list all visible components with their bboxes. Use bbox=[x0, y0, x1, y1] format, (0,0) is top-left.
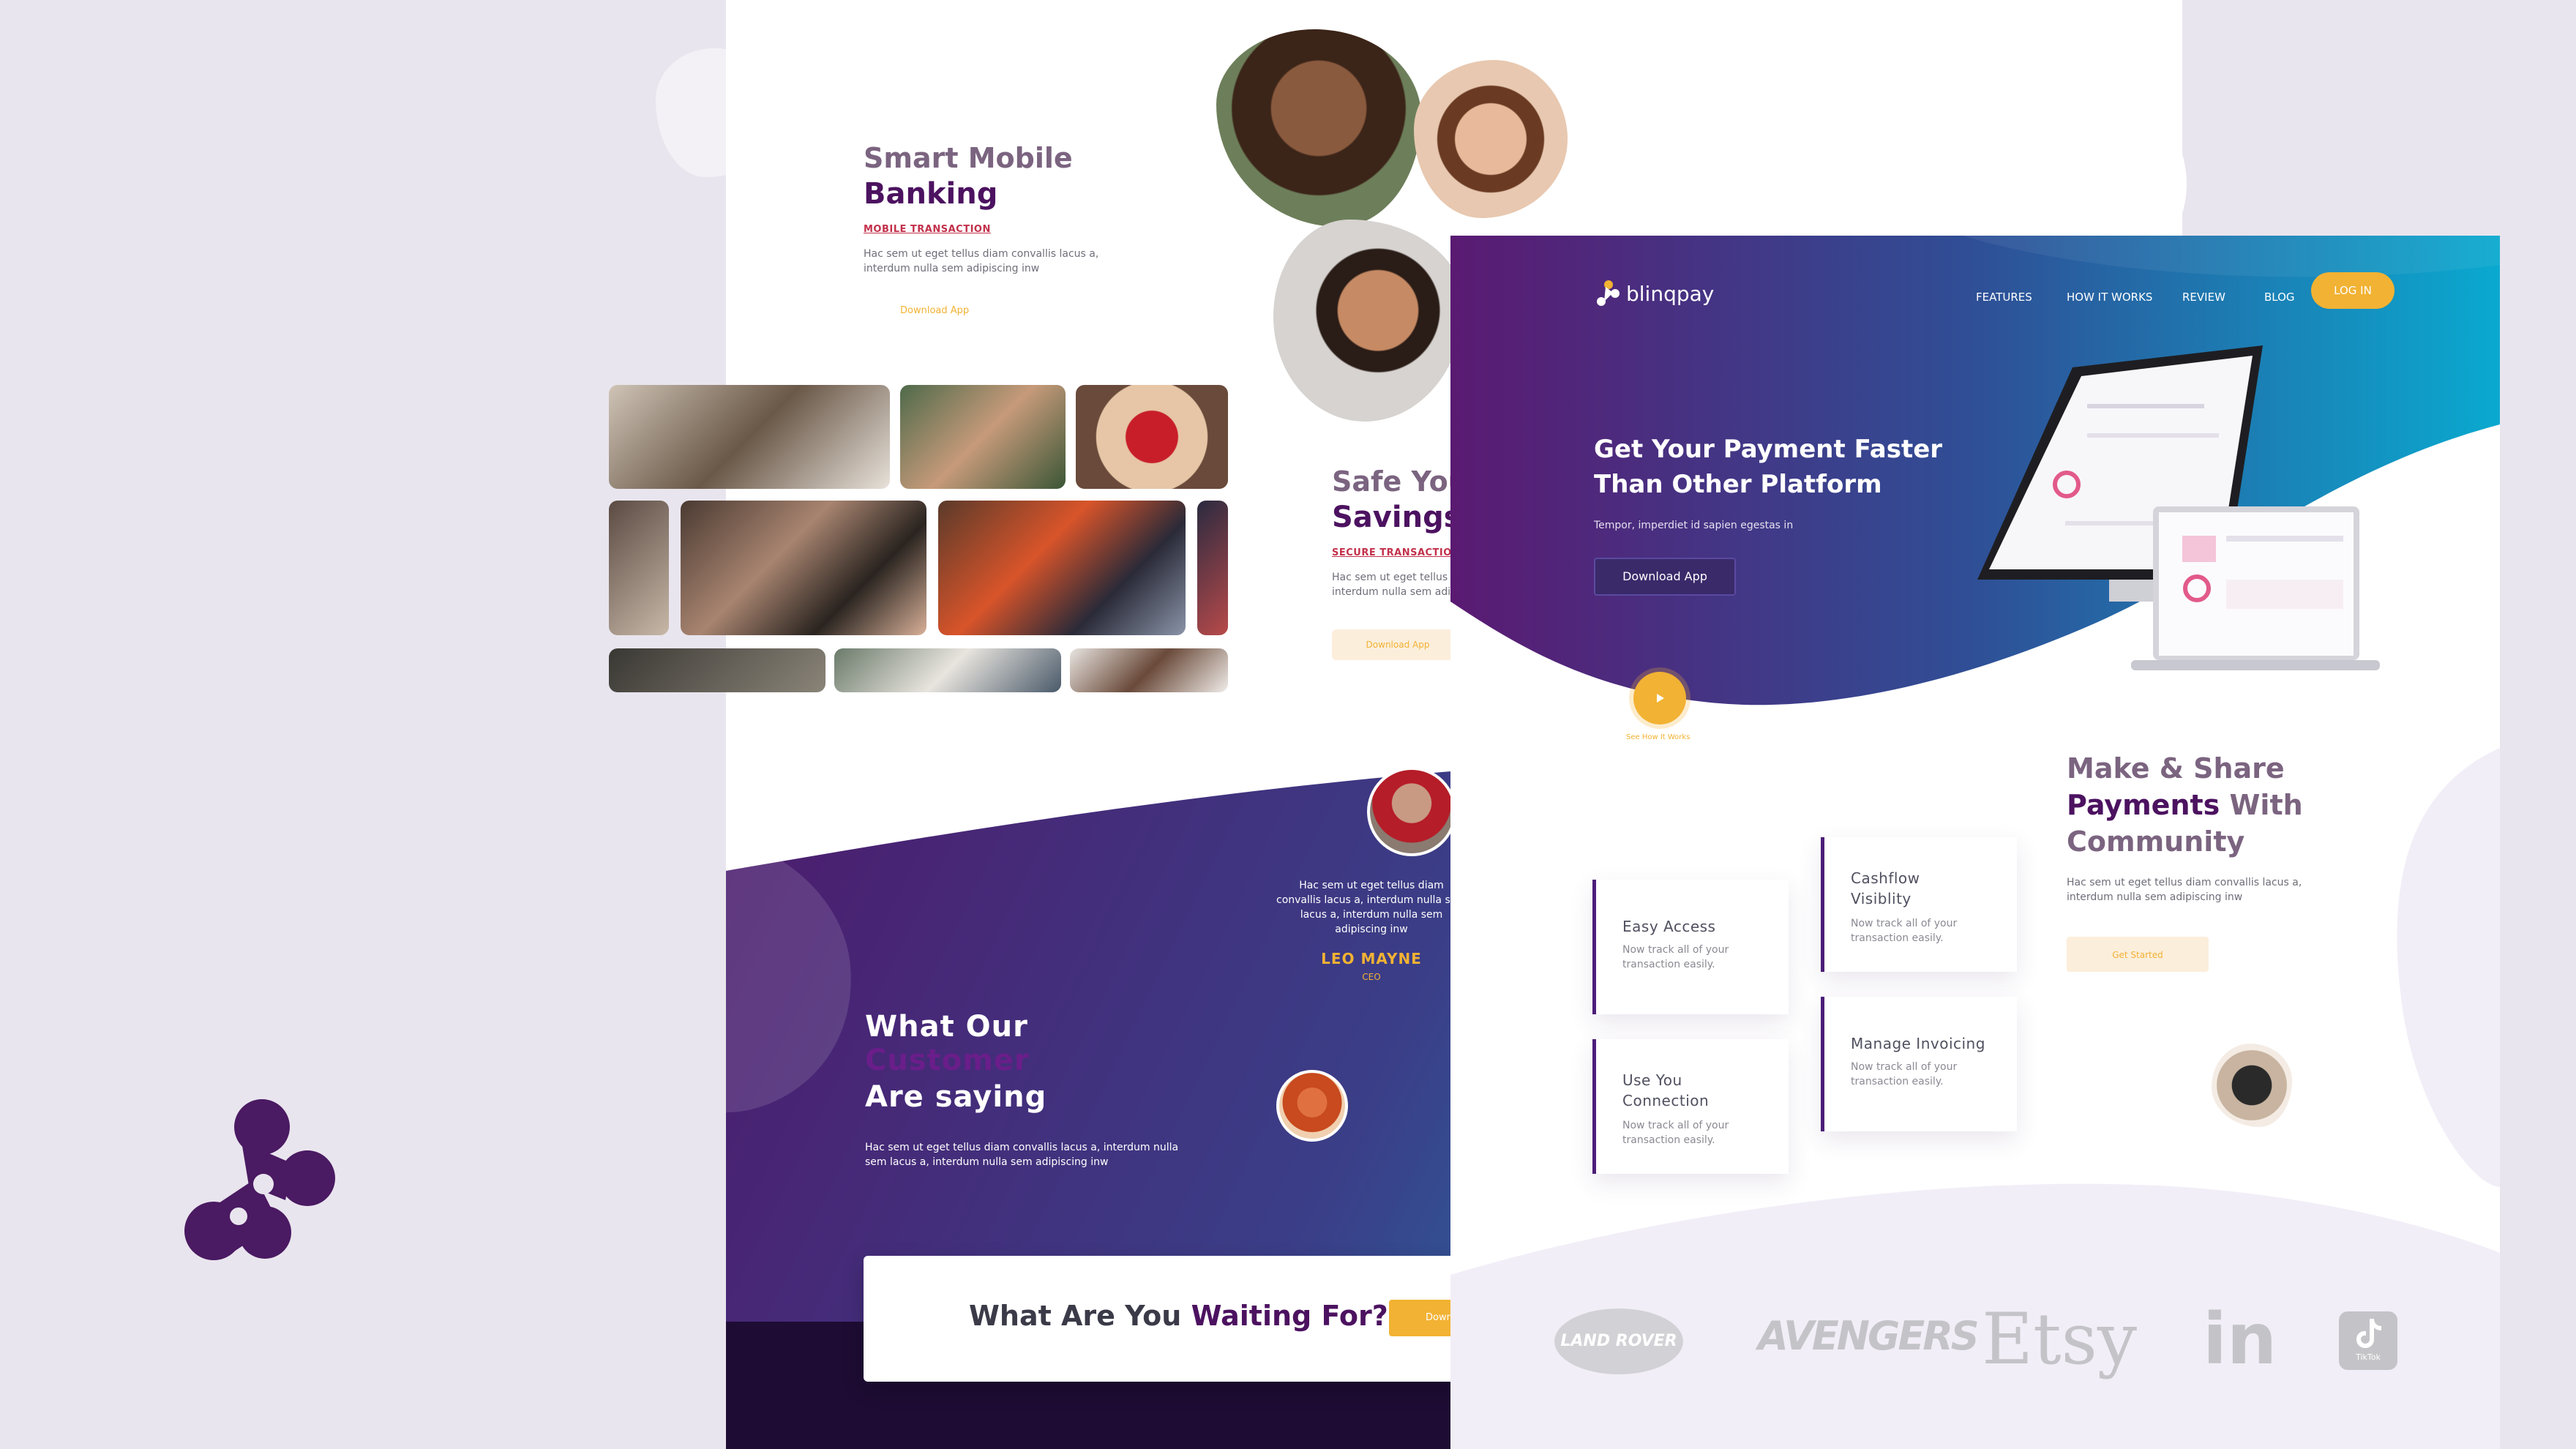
photo-hands-stack bbox=[900, 385, 1066, 489]
photo-partial-right bbox=[1197, 501, 1228, 635]
nav-link-review[interactable]: REVIEW bbox=[2182, 290, 2225, 304]
hero-download-button[interactable]: Download App bbox=[1594, 558, 1736, 596]
cta-text-highlight: Waiting For? bbox=[1191, 1300, 1388, 1332]
nav-label: REVIEW bbox=[2182, 291, 2225, 304]
photo-grid bbox=[609, 385, 1228, 692]
testimonials-title-highlight: Customer bbox=[865, 1044, 1030, 1077]
photo-bottom-1 bbox=[609, 648, 825, 692]
feature-desc: Now track all of your transaction easily… bbox=[1622, 1120, 1729, 1146]
nav-label: HOW IT WORKS bbox=[2067, 291, 2153, 304]
banking-tag: MOBILE TRANSACTION bbox=[864, 224, 991, 235]
avengers-logo: AVENGERS bbox=[1758, 1313, 1980, 1359]
testimonial-avatar-top bbox=[1367, 767, 1456, 856]
photo-crowd-celebrating bbox=[681, 501, 926, 635]
testimonial-person-name: LEO MAYNE bbox=[1321, 950, 1422, 967]
logo-text: blinqpay bbox=[1626, 281, 1715, 306]
feature-card-cashflow[interactable]: Cashflow Visiblity Now track all of your… bbox=[1821, 837, 2017, 972]
hero-download-label: Download App bbox=[1622, 569, 1707, 583]
tiktok-icon bbox=[2356, 1319, 2381, 1348]
banking-title-line1: Smart Mobile bbox=[864, 142, 1073, 174]
feature-title: Cashflow Visiblity bbox=[1851, 869, 1920, 907]
nav-link-blog[interactable]: BLOG bbox=[2264, 290, 2295, 304]
photo-bottom-3 bbox=[1070, 648, 1228, 692]
feature-title: Easy Access bbox=[1622, 918, 1716, 935]
brand-mark-logo bbox=[183, 1098, 337, 1263]
testimonials-desc: Hac sem ut eget tellus diam convallis la… bbox=[865, 1142, 1179, 1168]
feature-card-use-connection[interactable]: Use You Connection Now track all of your… bbox=[1592, 1039, 1789, 1174]
get-started-label: Get Started bbox=[2112, 950, 2163, 960]
navbar-logo[interactable]: blinqpay bbox=[1595, 280, 1714, 307]
community-title-line3: Community bbox=[2067, 825, 2245, 858]
login-button[interactable]: LOG IN bbox=[2311, 272, 2395, 309]
nav-label: BLOG bbox=[2264, 291, 2295, 304]
nav-link-how-it-works[interactable]: HOW IT WORKS bbox=[2067, 290, 2152, 304]
photo-students-laptop bbox=[938, 501, 1186, 635]
nav-link-features[interactable]: FEATURES bbox=[1976, 290, 2032, 304]
photo-bottom-2 bbox=[834, 648, 1061, 692]
banking-download-button[interactable]: Download App bbox=[900, 305, 1127, 316]
feature-title: Use You Connection bbox=[1622, 1071, 1710, 1109]
photo-office-meeting bbox=[609, 385, 890, 489]
logo-text: LAND ROVER bbox=[1560, 1332, 1677, 1350]
testimonial-person-role: CEO bbox=[1362, 972, 1381, 982]
community-title-line1: Make & Share bbox=[2067, 752, 2285, 785]
community-title-rest: With bbox=[2229, 789, 2303, 821]
community-desc: Hac sem ut eget tellus diam convallis la… bbox=[2067, 877, 2302, 903]
hero-title-line1: Get Your Payment Faster bbox=[1594, 435, 1943, 464]
get-started-button[interactable]: Get Started bbox=[2067, 937, 2209, 972]
testimonials-title-part2: Are saying bbox=[865, 1080, 1047, 1114]
cta-text-part1: What Are You bbox=[969, 1300, 1182, 1332]
right-page-mockup: blinqpay FEATURES HOW IT WORKS REVIEW BL… bbox=[1450, 236, 2500, 1449]
testimonials-title-part1: What Our bbox=[865, 1010, 1028, 1044]
etsy-logo: Etsy bbox=[1982, 1298, 2138, 1380]
feature-card-easy-access[interactable]: Easy Access Now track all of your transa… bbox=[1592, 880, 1789, 1014]
testimonial-avatar-small bbox=[1276, 1070, 1348, 1142]
nav-label: FEATURES bbox=[1976, 291, 2032, 304]
login-label: LOG IN bbox=[2334, 284, 2372, 297]
feature-title: Manage Invoicing bbox=[1851, 1035, 1985, 1052]
photo-heart-hands bbox=[1076, 385, 1228, 489]
tiktok-label: TikTok bbox=[2356, 1352, 2381, 1362]
tiktok-logo: TikTok bbox=[2339, 1311, 2397, 1370]
feature-card-invoicing[interactable]: Manage Invoicing Now track all of your t… bbox=[1821, 997, 2017, 1131]
feature-desc: Now track all of your transaction easily… bbox=[1851, 1061, 1958, 1087]
land-rover-logo: LAND ROVER bbox=[1554, 1308, 1683, 1374]
community-title-highlight: Payments bbox=[2067, 789, 2220, 821]
laptop-mockup bbox=[2131, 506, 2380, 682]
savings-download-button[interactable]: Download App bbox=[1332, 629, 1464, 660]
video-label: See How It Works bbox=[1626, 733, 1690, 741]
feature-desc: Now track all of your transaction easily… bbox=[1622, 944, 1729, 970]
hero-title-line2: Than Other Platform bbox=[1594, 470, 1882, 499]
feature-desc: Now track all of your transaction easily… bbox=[1851, 918, 1958, 944]
banking-desc: Hac sem ut eget tellus diam convallis la… bbox=[864, 248, 1099, 274]
blinqpay-logo-icon bbox=[1597, 280, 1620, 306]
banking-title-line2: Banking bbox=[864, 177, 998, 211]
testimonial-quote: Hac sem ut eget tellus diam convallis la… bbox=[1276, 880, 1467, 935]
photo-partial-left bbox=[609, 501, 669, 635]
hero-subtitle: Tempor, imperdiet id sapien egestas in bbox=[1594, 520, 1794, 531]
linkedin-logo: in bbox=[2203, 1298, 2277, 1380]
play-video-button[interactable] bbox=[1633, 672, 1686, 724]
savings-download-label: Download App bbox=[1366, 640, 1430, 650]
play-icon bbox=[1657, 694, 1664, 703]
